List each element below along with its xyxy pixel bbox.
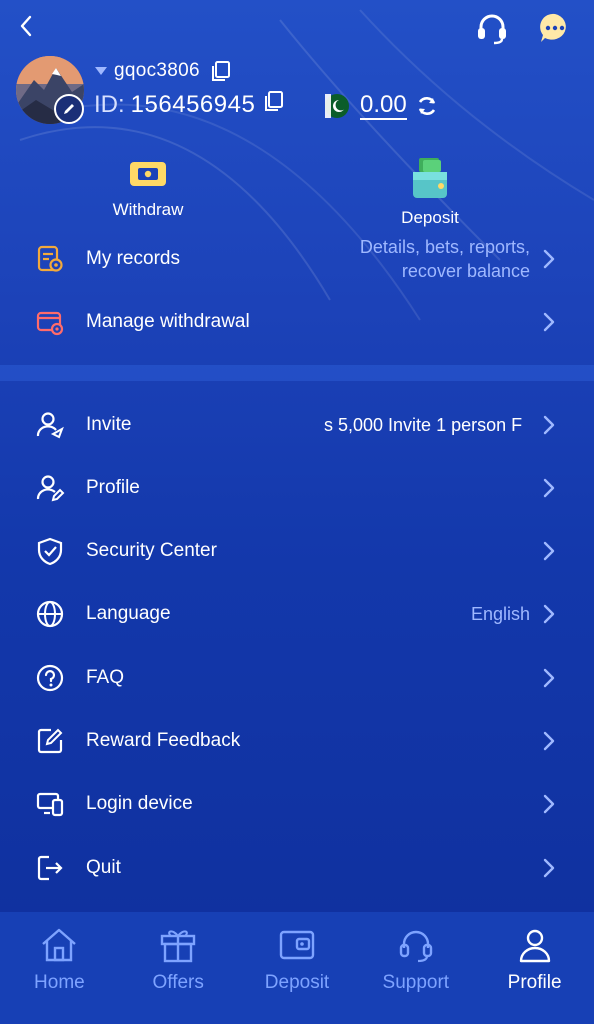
profile-screen: gqoc3806 ID: 156456945 0.00 Withdraw Dep…: [0, 0, 594, 1024]
edit-square-icon: [34, 725, 66, 757]
nav-profile[interactable]: Profile: [475, 912, 594, 1024]
manage-withdrawal-label: Manage withdrawal: [86, 311, 250, 332]
my-records-hint: Details, bets, reports, recover balance: [360, 235, 530, 283]
chevron-right-icon: [540, 602, 558, 626]
headset-icon: [478, 14, 506, 45]
nav-support[interactable]: Support: [356, 912, 475, 1024]
faq-label: FAQ: [86, 667, 125, 688]
reward-feedback-label: Reward Feedback: [86, 730, 241, 751]
nav-offers[interactable]: Offers: [119, 912, 238, 1024]
nav-profile-label: Profile: [507, 972, 562, 993]
chevron-right-icon: [540, 666, 558, 690]
invite-hint: s 5,000 Invite 1 person F: [324, 414, 523, 435]
withdraw-label: Withdraw: [112, 200, 184, 219]
chevron-right-icon: [540, 247, 558, 271]
invite-user-icon: [34, 409, 66, 441]
chevron-right-icon: [540, 792, 558, 816]
withdraw-button[interactable]: Withdraw: [78, 156, 218, 220]
chevron-right-icon: [540, 413, 558, 437]
refresh-icon[interactable]: [415, 94, 439, 118]
balance-amount: 0.00: [360, 91, 407, 120]
user-id: 156456945: [130, 91, 256, 118]
withdrawal-card-icon: [34, 306, 66, 338]
question-circle-icon: [34, 662, 66, 694]
invite-label: Invite: [86, 414, 132, 435]
chat-bubble-icon: [540, 13, 566, 42]
records-icon: [34, 243, 66, 275]
nav-support-label: Support: [382, 972, 450, 993]
balance-row: 0.00: [324, 90, 439, 122]
shield-check-icon: [34, 535, 66, 567]
username: gqoc3806: [114, 60, 200, 81]
bottom-nav: Home Offers Deposit Support Profile: [0, 912, 594, 1024]
chevron-left-icon: [20, 15, 32, 37]
copy-id-icon[interactable]: [263, 90, 285, 112]
user-icon: [519, 929, 550, 963]
language-value: English: [470, 603, 530, 624]
menu-item-language[interactable]: Language English: [0, 586, 594, 642]
back-button[interactable]: [12, 10, 40, 42]
nav-deposit-label: Deposit: [264, 972, 330, 993]
menu-item-invite[interactable]: Invite s 5,000 Invite 1 person F: [0, 397, 594, 453]
menu-item-login-device[interactable]: Login device: [0, 776, 594, 832]
globe-icon: [34, 598, 66, 630]
nav-deposit[interactable]: Deposit: [238, 912, 357, 1024]
wallet-money-icon: [413, 158, 447, 198]
wallet-icon: [279, 930, 315, 960]
devices-icon: [34, 788, 66, 820]
menu-item-manage-withdrawal[interactable]: Manage withdrawal: [0, 294, 594, 350]
section-divider: [0, 365, 594, 381]
profile-edit-icon: [34, 472, 66, 504]
nav-home-label: Home: [34, 972, 85, 993]
chat-button[interactable]: [537, 10, 573, 46]
my-records-hint-line2: recover balance: [401, 261, 530, 281]
login-device-label: Login device: [86, 793, 193, 814]
user-id-row: ID: 156456945: [94, 88, 285, 122]
username-row: gqoc3806: [94, 58, 232, 84]
chevron-right-icon: [540, 539, 558, 563]
avatar-edit-button[interactable]: [54, 94, 84, 124]
language-label: Language: [86, 603, 171, 624]
menu-item-reward-feedback[interactable]: Reward Feedback: [0, 713, 594, 769]
support-button[interactable]: [474, 10, 510, 46]
logout-icon: [34, 852, 66, 884]
menu-item-profile[interactable]: Profile: [0, 460, 594, 516]
headset-icon: [399, 930, 432, 963]
copy-icon[interactable]: [210, 60, 232, 82]
pencil-icon: [64, 104, 74, 114]
profile-label: Profile: [86, 477, 140, 498]
nav-home[interactable]: Home: [0, 912, 119, 1024]
gift-icon: [160, 930, 196, 963]
id-label: ID:: [94, 91, 125, 118]
top-bar: [0, 0, 594, 52]
chevron-right-icon: [540, 729, 558, 753]
my-records-hint-line1: Details, bets, reports,: [359, 237, 530, 257]
deposit-button[interactable]: Deposit: [360, 156, 500, 228]
menu-item-quit[interactable]: Quit: [0, 840, 594, 896]
menu-item-security-center[interactable]: Security Center: [0, 523, 594, 579]
deposit-label: Deposit: [401, 208, 459, 227]
menu-item-faq[interactable]: FAQ: [0, 650, 594, 706]
home-icon: [42, 928, 77, 962]
pakistan-flag-icon: [325, 94, 349, 118]
quit-label: Quit: [86, 857, 121, 878]
caret-down-icon[interactable]: [94, 66, 108, 76]
withdraw-ticket-icon: [130, 162, 166, 186]
chevron-right-icon: [540, 856, 558, 880]
menu-item-my-records[interactable]: My records Details, bets, reports, recov…: [0, 231, 594, 287]
nav-offers-label: Offers: [152, 972, 204, 993]
chevron-right-icon: [540, 476, 558, 500]
chevron-right-icon: [540, 310, 558, 334]
my-records-label: My records: [86, 248, 180, 269]
security-center-label: Security Center: [86, 540, 217, 561]
